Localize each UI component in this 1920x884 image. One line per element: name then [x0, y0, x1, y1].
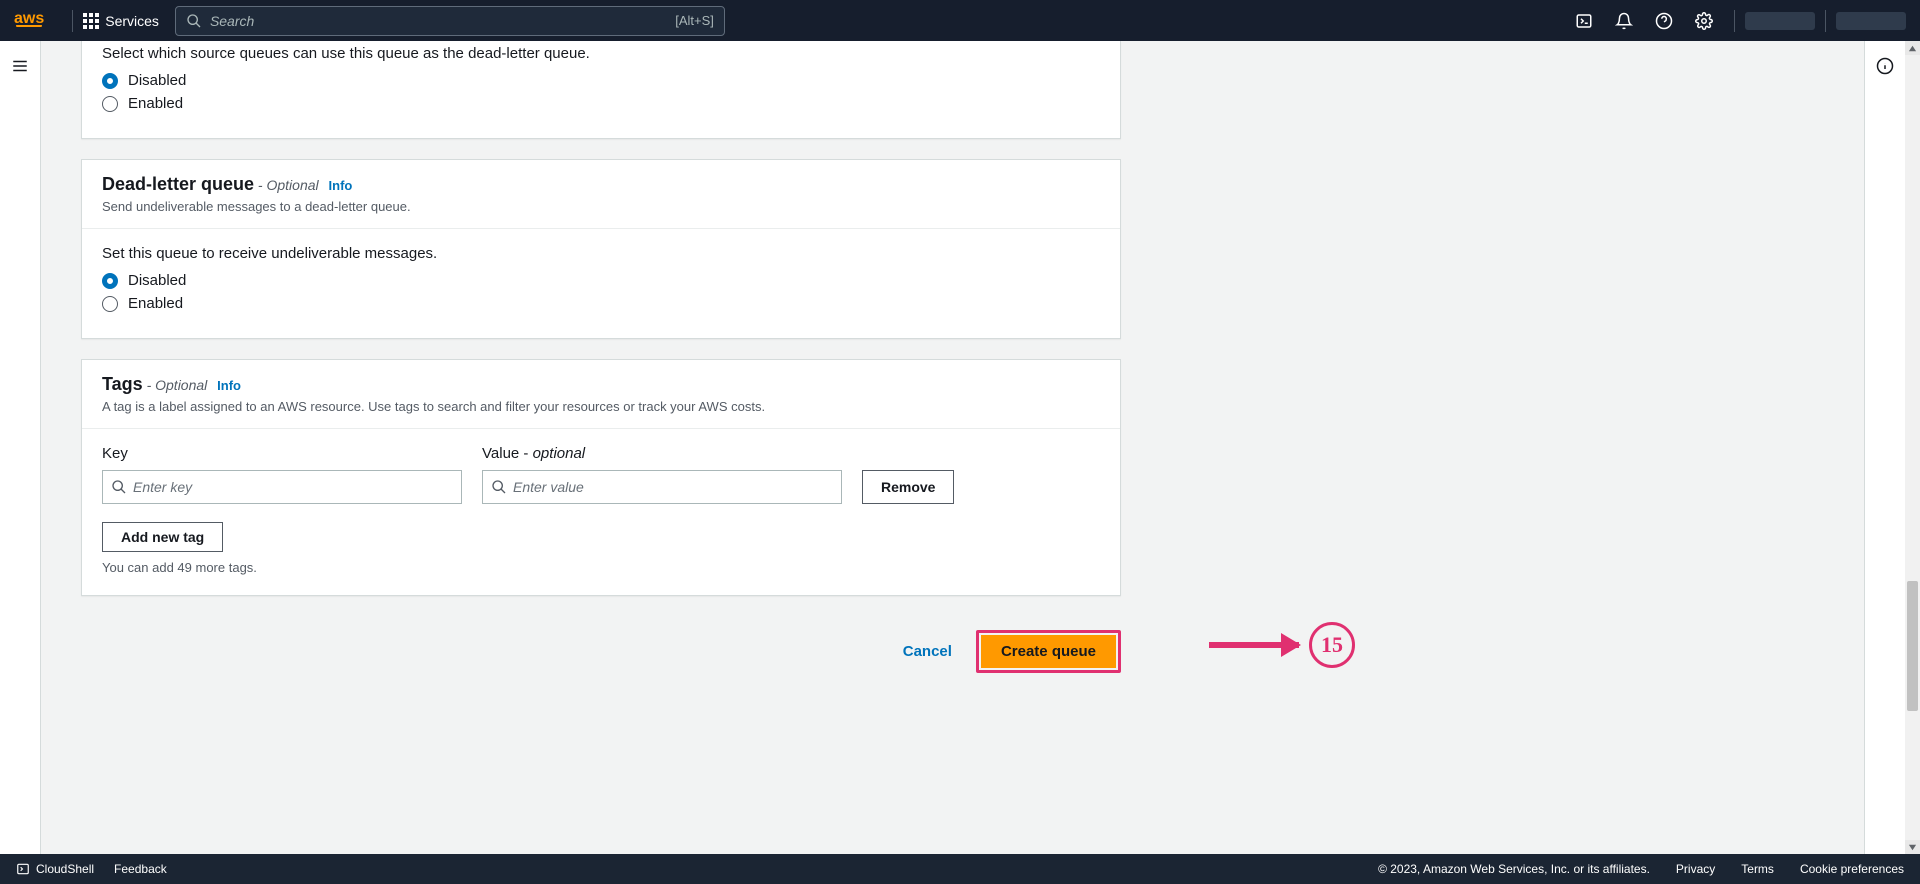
cookie-preferences-link[interactable]: Cookie preferences: [1800, 862, 1904, 876]
cloudshell-link[interactable]: CloudShell: [16, 862, 94, 876]
account-menu[interactable]: [1836, 12, 1906, 30]
radio-label: Disabled: [128, 72, 186, 89]
left-side-rail: [0, 41, 41, 854]
aws-logo-smile-icon: [16, 25, 42, 30]
tag-value-label-text: Value -: [482, 445, 533, 462]
form-action-bar: Cancel Create queue 15: [81, 616, 1121, 687]
divider: [72, 10, 73, 32]
tag-row: Key Value - optional: [102, 445, 1100, 504]
right-side-rail: [1864, 41, 1905, 854]
side-nav-toggle[interactable]: [11, 57, 29, 75]
notifications-icon[interactable]: [1604, 1, 1644, 41]
tags-info-link[interactable]: Info: [217, 378, 241, 393]
step-number-text: 15: [1321, 632, 1343, 658]
terms-link[interactable]: Terms: [1741, 862, 1774, 876]
tag-value-optional: optional: [533, 445, 586, 462]
redrive-radio-disabled[interactable]: Disabled: [102, 72, 1100, 89]
divider: [1734, 10, 1735, 32]
dlq-radio-disabled[interactable]: Disabled: [102, 272, 1100, 289]
tag-value-input[interactable]: [513, 479, 833, 495]
settings-icon[interactable]: [1684, 1, 1724, 41]
tag-key-input-wrap[interactable]: [102, 470, 462, 504]
redrive-radio-enabled[interactable]: Enabled: [102, 95, 1100, 112]
dlq-radio-enabled[interactable]: Enabled: [102, 295, 1100, 312]
tags-panel: Tags - Optional Info A tag is a label as…: [81, 359, 1121, 596]
tag-value-label: Value - optional: [482, 445, 842, 462]
search-icon: [111, 479, 127, 495]
aws-logo[interactable]: aws: [14, 11, 44, 30]
main-content: Select which source queues can use this …: [41, 41, 1864, 854]
scroll-track[interactable]: [1907, 55, 1918, 840]
footer-bar: CloudShell Feedback © 2023, Amazon Web S…: [0, 854, 1920, 884]
services-label: Services: [105, 13, 159, 29]
cloudshell-icon[interactable]: [1564, 1, 1604, 41]
remove-tag-button[interactable]: Remove: [862, 470, 954, 504]
create-queue-button[interactable]: Create queue: [981, 635, 1116, 668]
create-queue-highlight: Create queue: [976, 630, 1121, 673]
help-panel-toggle[interactable]: [1876, 57, 1894, 75]
radio-label: Enabled: [128, 95, 183, 112]
radio-icon: [102, 96, 118, 112]
scroll-thumb[interactable]: [1907, 581, 1918, 711]
cancel-button[interactable]: Cancel: [903, 643, 952, 660]
radio-icon: [102, 296, 118, 312]
dlq-info-link[interactable]: Info: [329, 178, 353, 193]
add-new-tag-button[interactable]: Add new tag: [102, 522, 223, 552]
region-selector[interactable]: [1745, 12, 1815, 30]
search-icon: [186, 13, 202, 29]
help-icon[interactable]: [1644, 1, 1684, 41]
top-navbar: aws Services [Alt+S]: [0, 0, 1920, 41]
radio-label: Disabled: [128, 272, 186, 289]
tag-key-label: Key: [102, 445, 462, 462]
nav-right-group: [1564, 1, 1906, 41]
cloudshell-label: CloudShell: [36, 862, 94, 876]
copyright-text: © 2023, Amazon Web Services, Inc. or its…: [1378, 862, 1650, 876]
tags-optional: - Optional: [143, 377, 208, 393]
tags-remaining-hint: You can add 49 more tags.: [102, 560, 1100, 575]
dlq-panel: Dead-letter queue - Optional Info Send u…: [81, 159, 1121, 339]
search-icon: [491, 479, 507, 495]
tutorial-annotation: 15: [1209, 622, 1355, 668]
tags-subtitle: A tag is a label assigned to an AWS reso…: [102, 399, 1100, 414]
search-input[interactable]: [210, 13, 675, 29]
dlq-optional: - Optional: [254, 177, 319, 193]
services-grid-icon: [83, 13, 99, 29]
search-shortcut-hint: [Alt+S]: [675, 13, 714, 28]
tag-value-input-wrap[interactable]: [482, 470, 842, 504]
radio-icon: [102, 73, 118, 89]
dlq-subtitle: Send undeliverable messages to a dead-le…: [102, 199, 1100, 214]
redrive-field-label: Select which source queues can use this …: [102, 45, 1100, 62]
global-search[interactable]: [Alt+S]: [175, 6, 725, 36]
services-menu-button[interactable]: Services: [83, 13, 159, 29]
vertical-scrollbar[interactable]: [1905, 41, 1920, 854]
redrive-policy-panel: Select which source queues can use this …: [81, 41, 1121, 139]
tag-key-input[interactable]: [133, 479, 453, 495]
privacy-link[interactable]: Privacy: [1676, 862, 1715, 876]
radio-icon: [102, 273, 118, 289]
divider: [1825, 10, 1826, 32]
scroll-down-button[interactable]: [1905, 840, 1920, 854]
dlq-title: Dead-letter queue: [102, 174, 254, 194]
radio-label: Enabled: [128, 295, 183, 312]
tags-title: Tags: [102, 374, 143, 394]
scroll-up-button[interactable]: [1905, 41, 1920, 55]
dlq-field-label: Set this queue to receive undeliverable …: [102, 245, 1100, 262]
step-number-badge: 15: [1309, 622, 1355, 668]
arrow-icon: [1209, 642, 1299, 648]
feedback-link[interactable]: Feedback: [114, 862, 167, 876]
